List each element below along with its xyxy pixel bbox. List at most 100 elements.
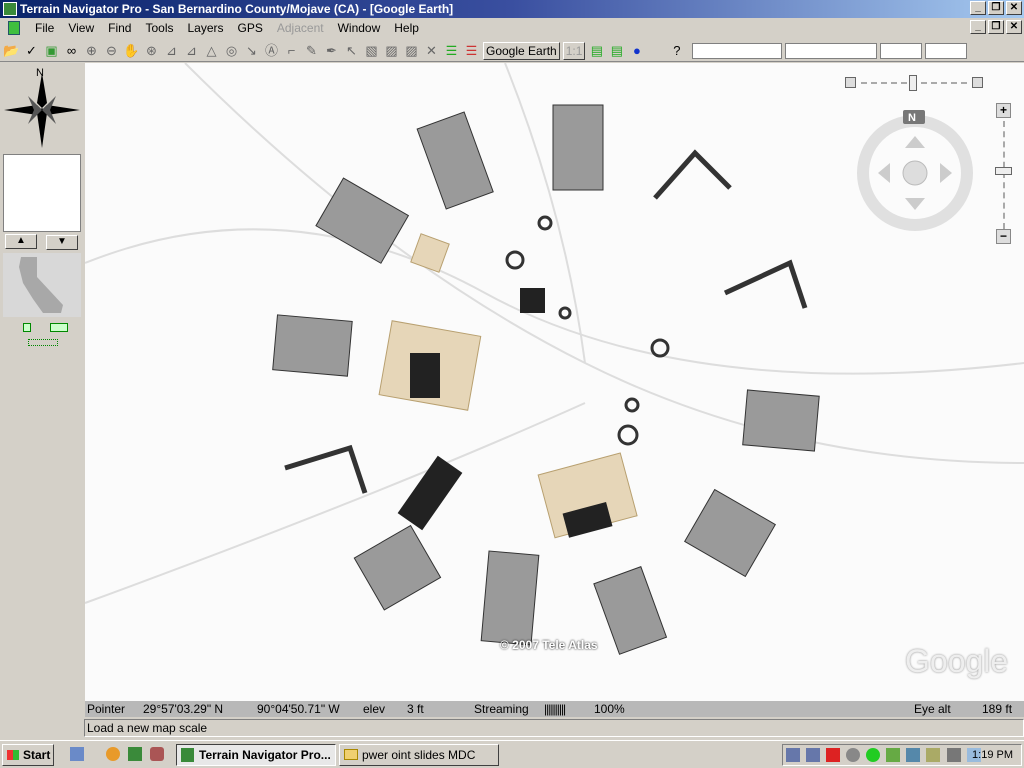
measure-icon[interactable]: ⊿ <box>163 42 180 59</box>
g-tray-icon[interactable] <box>826 748 841 763</box>
pointer-icon[interactable]: ↖ <box>343 42 360 59</box>
menu-gps[interactable]: GPS <box>231 21 270 35</box>
route-icon[interactable]: ↘ <box>243 42 260 59</box>
close-button[interactable]: ✕ <box>1006 1 1022 15</box>
svg-text:N: N <box>36 67 44 79</box>
document-icon <box>8 21 20 35</box>
zoom-out-icon[interactable]: ⊖ <box>103 42 120 59</box>
message-bar: Load a new map scale <box>84 719 1024 737</box>
menu-layers[interactable]: Layers <box>181 21 231 35</box>
tilt-up-icon[interactable] <box>972 77 983 88</box>
navigation-compass[interactable]: N <box>855 108 980 233</box>
google-logo: Google <box>905 643 1009 679</box>
profile-icon[interactable]: ⌐ <box>283 42 300 59</box>
network-disconnected-icon[interactable] <box>786 748 800 763</box>
toolbar: 📂 ✓ ▣ ∞ ⊕ ⊖ ✋ ⊛ ⊿ ⊿ △ ◎ ↘ Ⓐ ⌐ ✎ ✒ ↖ ▧ ▨ … <box>0 40 1024 62</box>
menu-file[interactable]: File <box>28 21 61 35</box>
zoom-slider[interactable]: + − <box>995 103 1012 248</box>
layers-icon[interactable]: ☰ <box>443 42 460 59</box>
tilt-down-icon[interactable] <box>845 77 856 88</box>
doc-close-button[interactable]: ✕ <box>1006 20 1022 34</box>
scroll-down-button[interactable]: ▼ <box>46 235 78 250</box>
minimize-button[interactable]: _ <box>970 1 986 15</box>
quicklaunch-browser-icon[interactable] <box>106 747 120 761</box>
restore-button[interactable]: ❐ <box>988 1 1004 15</box>
measure-area-icon[interactable]: ⊿ <box>183 42 200 59</box>
menu-view[interactable]: View <box>61 21 101 35</box>
text-icon[interactable]: Ⓐ <box>263 42 280 59</box>
field-2[interactable] <box>785 42 878 59</box>
quicklaunch-desktop-icon[interactable] <box>70 747 84 761</box>
compass-rose-icon: N <box>4 67 80 148</box>
zoom-in-icon[interactable]: ⊕ <box>83 42 100 59</box>
tilt-slider-handle[interactable] <box>909 75 917 91</box>
doc-restore-button[interactable]: ❐ <box>988 20 1004 34</box>
layer-toggle-icon[interactable] <box>23 323 31 332</box>
svg-text:N: N <box>908 112 916 124</box>
delete-icon[interactable]: ✕ <box>423 42 440 59</box>
map-layer-icon[interactable]: ▤ <box>588 42 605 59</box>
layers2-icon[interactable]: ☰ <box>463 42 480 59</box>
menu-adjacent: Adjacent <box>276 21 324 35</box>
task-folder[interactable]: pwer oint slides MDC <box>339 744 499 766</box>
clock: 1:19 PM <box>972 749 1013 761</box>
pointer-label: Pointer <box>87 702 126 716</box>
help-button[interactable]: ? <box>668 42 685 59</box>
terrain2-icon[interactable]: ▨ <box>403 42 420 59</box>
terrain-icon[interactable]: ▨ <box>383 42 400 59</box>
zoom-out-button[interactable]: − <box>996 229 1011 244</box>
scroll-up-button[interactable]: ▲ <box>5 234 37 249</box>
longitude: 90°04'50.71" W <box>257 702 340 716</box>
task-label: pwer oint slides MDC <box>362 748 476 762</box>
green-status-icon[interactable] <box>866 748 881 763</box>
quicklaunch-terrain-icon[interactable] <box>128 747 142 761</box>
disc-tray-icon[interactable] <box>846 748 861 763</box>
globe-icon[interactable]: ● <box>628 42 645 59</box>
field-1[interactable] <box>692 42 783 59</box>
center-icon[interactable]: ⊛ <box>143 42 160 59</box>
usb-icon[interactable] <box>906 748 921 763</box>
doc-minimize-button[interactable]: _ <box>970 20 986 34</box>
pan-hand-icon[interactable]: ✋ <box>123 42 140 59</box>
taskbar: Start Terrain Navigator Pro... pwer oint… <box>0 740 1024 768</box>
menu-find[interactable]: Find <box>101 21 138 35</box>
menu-window[interactable]: Window <box>331 21 388 35</box>
slope-icon[interactable]: ▧ <box>363 42 380 59</box>
pin-icon[interactable]: ✒ <box>323 42 340 59</box>
zoom-in-button[interactable]: + <box>996 103 1011 118</box>
layer-toggle2-icon[interactable] <box>50 323 68 332</box>
check-icon[interactable]: ✓ <box>23 42 40 59</box>
quicklaunch-app-icon[interactable] <box>150 747 164 761</box>
google-earth-button[interactable]: Google Earth <box>483 41 560 60</box>
zoom-slider-handle[interactable] <box>995 167 1012 175</box>
tray-app-icon[interactable] <box>886 748 901 763</box>
map-view[interactable]: © 2007 Tele Atlas Google N + − <box>85 63 1024 701</box>
window-title: Terrain Navigator Pro - San Bernardino C… <box>20 2 454 16</box>
system-tray: 1:19 PM <box>782 744 1022 766</box>
triangle-icon[interactable]: △ <box>203 42 220 59</box>
field-4[interactable] <box>925 42 968 59</box>
binoculars-icon[interactable]: ∞ <box>63 42 80 59</box>
print-icon[interactable]: ▣ <box>43 42 60 59</box>
folder-icon <box>344 749 358 760</box>
eye-alt-value: 189 ft <box>982 702 1013 716</box>
target-icon[interactable]: ◎ <box>223 42 240 59</box>
app-icon <box>3 2 17 16</box>
network2-disconnected-icon[interactable] <box>806 748 821 763</box>
tilt-slider[interactable] <box>845 75 985 91</box>
field-3[interactable] <box>880 42 923 59</box>
open-folder-icon[interactable]: 📂 <box>3 42 20 59</box>
elev-label: elev <box>363 702 386 716</box>
menu-help[interactable]: Help <box>387 21 426 35</box>
streaming-progress: |||||||||| <box>544 702 566 716</box>
streaming-percent: 100% <box>594 702 625 716</box>
scale-1to1-button[interactable]: 1:1 <box>562 41 586 60</box>
tray-tool-icon[interactable] <box>926 748 941 763</box>
monitor-icon[interactable] <box>946 748 961 763</box>
title-bar: Terrain Navigator Pro - San Bernardino C… <box>0 0 1024 18</box>
menu-tools[interactable]: Tools <box>138 21 180 35</box>
task-terrain-navigator[interactable]: Terrain Navigator Pro... <box>176 744 336 766</box>
start-button[interactable]: Start <box>2 744 54 766</box>
map-layer2-icon[interactable]: ▤ <box>608 42 625 59</box>
pencil-icon[interactable]: ✎ <box>303 42 320 59</box>
